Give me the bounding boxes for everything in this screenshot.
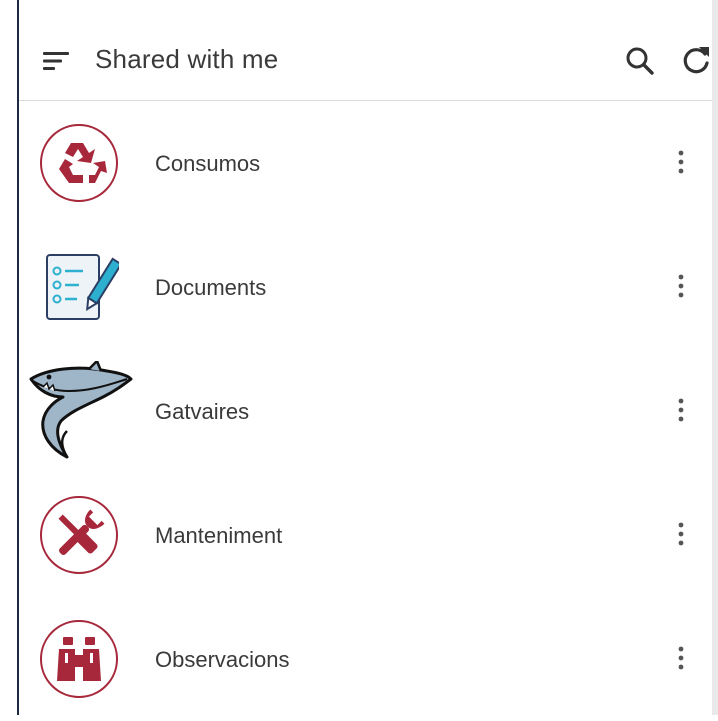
search-icon	[626, 47, 654, 75]
more-vertical-icon	[678, 398, 684, 422]
list-item-documents[interactable]: Documents	[19, 225, 712, 349]
app-frame: Shared with me Consumos Documents Gatvai…	[0, 0, 718, 715]
more-options-button[interactable]	[669, 519, 693, 549]
more-vertical-icon	[678, 522, 684, 546]
list-item-label: Consumos	[155, 151, 261, 176]
more-options-button[interactable]	[669, 395, 693, 425]
sort-lines-icon	[43, 52, 69, 70]
list-item-gatvaires[interactable]: Gatvaires	[19, 349, 712, 473]
more-options-button[interactable]	[669, 271, 693, 301]
list-item-label: Observacions	[155, 647, 290, 672]
more-options-button[interactable]	[669, 643, 693, 673]
wrench-screwdriver-icon	[39, 495, 119, 575]
list-item-manteniment[interactable]: Manteniment	[19, 473, 712, 597]
list-item-label: Manteniment	[155, 523, 283, 548]
more-vertical-icon	[678, 150, 684, 174]
list-item-consumos[interactable]: Consumos	[19, 101, 712, 225]
recycle-icon	[39, 123, 119, 203]
sort-menu-button[interactable]	[41, 46, 71, 76]
shark-icon	[27, 358, 137, 461]
list-item-observacions[interactable]: Observacions	[19, 597, 712, 721]
more-vertical-icon	[678, 274, 684, 298]
more-options-button[interactable]	[669, 147, 693, 177]
binoculars-icon	[39, 619, 119, 699]
more-vertical-icon	[678, 646, 684, 670]
checklist-pencil-icon	[39, 247, 123, 327]
refresh-icon	[683, 47, 709, 74]
search-button[interactable]	[623, 44, 657, 78]
list-item-label: Documents	[155, 275, 267, 300]
list-item-label: Gatvaires	[155, 399, 250, 424]
shared-items-list: Consumos Documents Gatvaires Manteniment…	[19, 101, 712, 721]
page-title: Shared with me	[95, 44, 279, 74]
scrollbar-track[interactable]	[712, 0, 718, 715]
refresh-button[interactable]	[679, 44, 713, 78]
header-bar: Shared with me	[19, 0, 712, 101]
